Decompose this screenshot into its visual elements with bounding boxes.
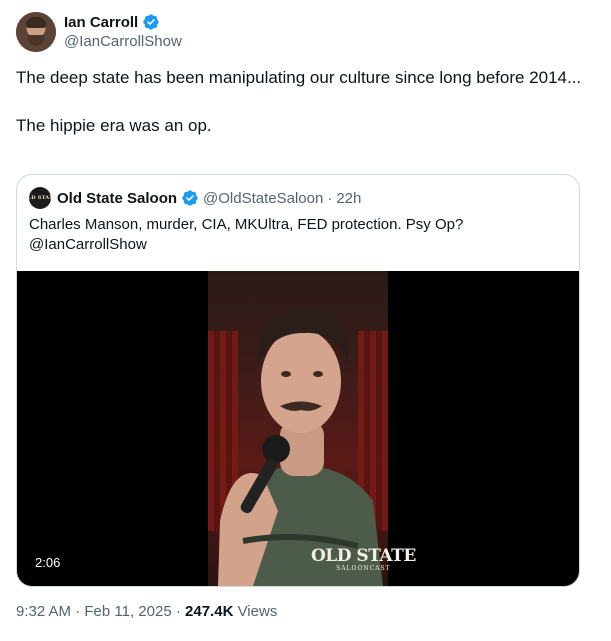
avatar[interactable] — [16, 12, 56, 52]
quote-tweet-card[interactable]: OLD STATE Old State Saloon @OldStateSalo… — [16, 174, 580, 587]
display-name[interactable]: Ian Carroll — [64, 14, 138, 31]
separator-dot: · — [327, 189, 333, 207]
post-date[interactable]: Feb 11, 2025 — [84, 603, 171, 620]
verified-badge-icon — [143, 14, 159, 30]
quote-handle[interactable]: @OldStateSaloon — [203, 190, 323, 207]
quote-display-name[interactable]: Old State Saloon — [57, 190, 177, 207]
name-line: Ian Carroll — [64, 13, 160, 31]
tweet: Ian Carroll @IanCarrollShow The deep sta… — [0, 0, 611, 641]
video-frame — [208, 271, 388, 586]
author-row: Ian Carroll @IanCarrollShow — [16, 12, 576, 54]
verified-badge-icon — [182, 190, 198, 206]
quote-text-line: Charles Manson, murder, CIA, MKUltra, FE… — [29, 216, 464, 233]
views-count[interactable]: 247.4K — [185, 603, 233, 620]
watermark-subtitle: SALOONCAST — [336, 565, 391, 572]
quote-mention-link[interactable]: @IanCarrollShow — [29, 235, 559, 255]
video-player[interactable]: 2:06 OLD STATE SALOONCAST — [17, 271, 579, 586]
watermark-title: OLD STATE — [311, 546, 416, 566]
tweet-meta: 9:32 AM · Feb 11, 2025 · 247.4K Views — [16, 603, 277, 620]
video-duration: 2:06 — [29, 553, 67, 572]
tweet-paragraph: The hippie era was an op. — [16, 116, 212, 135]
quote-avatar[interactable]: OLD STATE — [23, 187, 57, 209]
separator-dot: · — [75, 603, 81, 620]
tweet-text: The deep state has been manipulating our… — [16, 66, 586, 138]
watermark-logo: OLD STATE SALOONCAST — [311, 547, 416, 572]
views-label: Views — [237, 603, 278, 620]
quote-timestamp[interactable]: 22h — [336, 190, 361, 207]
separator-dot: · — [175, 603, 181, 620]
post-time[interactable]: 9:32 AM — [16, 603, 71, 620]
video-thumbnail-figure — [218, 306, 383, 586]
quote-text: Charles Manson, murder, CIA, MKUltra, FE… — [29, 215, 559, 255]
handle[interactable]: @IanCarrollShow — [64, 33, 182, 50]
quote-header: OLD STATE Old State Saloon @OldStateSalo… — [23, 187, 361, 209]
tweet-paragraph: The deep state has been manipulating our… — [16, 68, 582, 87]
quote-avatar-text: OLD STATE — [23, 195, 57, 201]
